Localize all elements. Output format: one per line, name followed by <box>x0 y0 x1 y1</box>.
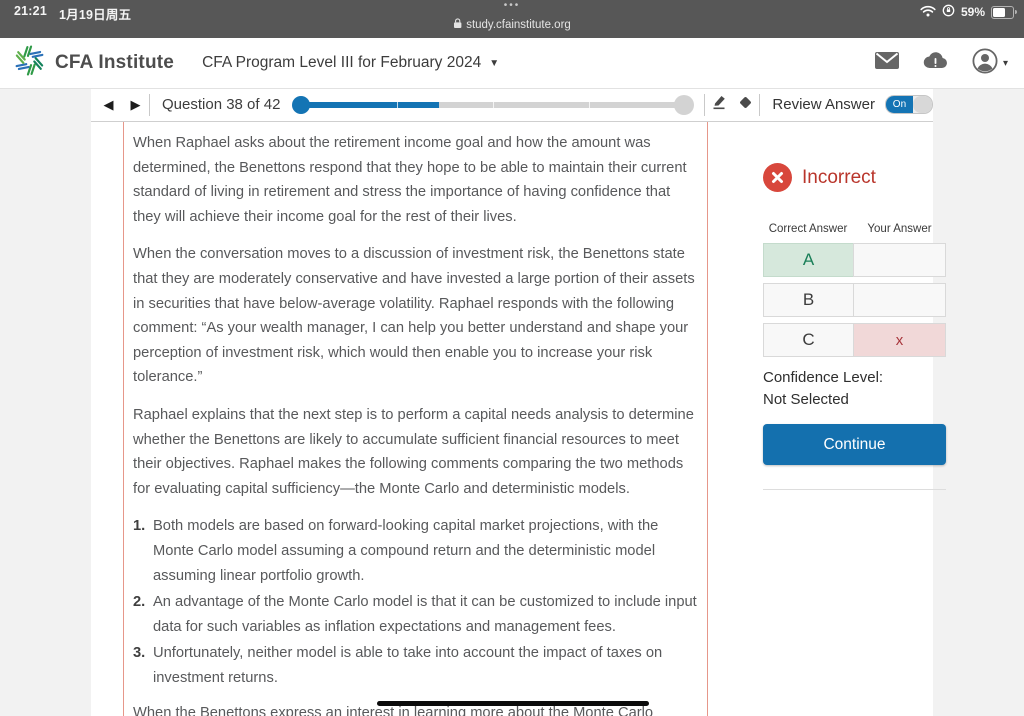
slider-track <box>301 101 685 108</box>
program-title: CFA Program Level III for February 2024 <box>202 54 482 71</box>
slider-fill <box>301 101 440 108</box>
answer-feedback-sidebar: Incorrect Correct Answer Your Answer A B… <box>763 163 946 490</box>
cfa-logo-icon <box>13 44 46 82</box>
clock-date: 21:21 1月19日周五 <box>14 4 131 23</box>
sync-status-button[interactable] <box>923 52 948 74</box>
list-text: Unfortunately, neither model is able to … <box>153 645 663 686</box>
app-header: CFA Institute CFA Program Level III for … <box>0 38 1024 89</box>
ipad-screen: 21:21 1月19日周五 ••• 59% study.cfainstitute… <box>0 0 1024 716</box>
battery-percent: 59% <box>960 5 985 19</box>
eraser-icon <box>737 94 754 116</box>
option-letter: A <box>763 243 853 277</box>
status-icons: 59% <box>920 4 1017 20</box>
highlight-boundary-line <box>707 122 708 716</box>
list-number: 1. <box>133 518 146 535</box>
your-answer-header: Your Answer <box>867 223 932 235</box>
cfa-home-link[interactable]: CFA Institute <box>13 44 174 82</box>
next-question-button[interactable]: ▶ <box>122 97 149 113</box>
your-answer-mark: x <box>853 323 946 357</box>
continue-button[interactable]: Continue <box>763 424 946 465</box>
eraser-button[interactable] <box>732 94 759 116</box>
question-counter: Question 38 of 42 <box>162 96 281 113</box>
question-paragraph: When the conversation moves to a discuss… <box>133 246 695 386</box>
brand-name: CFA Institute <box>55 52 175 73</box>
highlight-boundary-line <box>123 122 124 716</box>
slider-tick <box>397 101 399 108</box>
divider <box>759 93 761 116</box>
result-row: Incorrect <box>763 163 946 192</box>
list-number: 3. <box>133 645 146 662</box>
page-url: study.cfainstitute.org <box>466 19 571 31</box>
option-letter: C <box>763 323 853 357</box>
answer-row-b: B <box>763 283 946 317</box>
address-bar[interactable]: study.cfainstitute.org <box>453 18 571 32</box>
cloud-alert-icon <box>923 52 948 74</box>
mail-icon <box>874 52 899 74</box>
date: 1月19日周五 <box>58 8 132 22</box>
slider-knob[interactable] <box>674 94 695 115</box>
home-indicator[interactable] <box>377 701 649 706</box>
slider-start-dot <box>292 95 311 114</box>
header-actions: ▾ <box>874 47 1008 79</box>
question-paragraph: When Raphael asks about the retirement i… <box>133 135 687 225</box>
your-answer-mark <box>853 243 946 277</box>
lock-icon <box>453 18 462 32</box>
list-item: 2. An advantage of the Monte Carlo model… <box>133 590 699 639</box>
list-item: 3. Unfortunately, neither model is able … <box>133 641 699 690</box>
list-item: 1. Both models are based on forward-look… <box>133 514 699 588</box>
rotation-lock-icon <box>942 4 955 20</box>
confidence-block: Confidence Level: Not Selected <box>763 367 946 410</box>
highlighter-icon <box>710 93 728 116</box>
list-text: Both models are based on forward-looking… <box>153 518 659 584</box>
account-menu[interactable]: ▾ <box>972 47 1008 79</box>
list-text: An advantage of the Monte Carlo model is… <box>153 594 697 635</box>
toggle-on-label: On <box>885 96 913 113</box>
messages-button[interactable] <box>874 52 899 74</box>
review-answer-toggle[interactable]: On <box>884 95 933 114</box>
confidence-label: Confidence Level: <box>763 369 884 386</box>
previous-question-button[interactable]: ◀ <box>95 97 122 113</box>
option-letter: B <box>763 283 853 317</box>
highlighter-button[interactable] <box>705 93 732 116</box>
avatar-icon <box>972 47 998 79</box>
toggle-knob <box>912 96 932 113</box>
answer-row-c: C x <box>763 323 946 357</box>
your-answer-mark <box>853 283 946 317</box>
incorrect-x-icon <box>763 163 792 192</box>
answer-row-a: A <box>763 243 946 277</box>
question-numbered-list: 1. Both models are based on forward-look… <box>133 514 699 690</box>
correct-answer-header: Correct Answer <box>768 223 848 235</box>
program-selector[interactable]: CFA Program Level III for February 2024 … <box>202 54 499 72</box>
slider-tick <box>492 101 494 108</box>
clock: 21:21 <box>14 4 47 18</box>
divider <box>149 93 150 116</box>
slider-tick <box>588 101 590 108</box>
wifi-icon <box>920 5 936 20</box>
result-label: Incorrect <box>802 166 876 188</box>
answer-column-headers: Correct Answer Your Answer <box>763 223 946 235</box>
question-paragraph: Raphael explains that the next step is t… <box>133 406 694 497</box>
chevron-down-icon: ▾ <box>1002 57 1008 69</box>
question-text: When Raphael asks about the retirement i… <box>133 131 699 716</box>
progress-slider[interactable] <box>292 94 695 115</box>
chevron-down-icon: ▼ <box>489 57 500 69</box>
divider <box>763 489 946 490</box>
battery-icon <box>991 5 1017 19</box>
confidence-value: Not Selected <box>763 390 849 408</box>
review-answer-label: Review Answer <box>772 96 875 113</box>
browser-menu-dots-icon[interactable]: ••• <box>504 0 521 11</box>
browser-chrome: 21:21 1月19日周五 ••• 59% study.cfainstitute… <box>0 0 1024 38</box>
question-toolbar: ◀ ▶ Question 38 of 42 Review Answer On <box>91 88 933 122</box>
list-number: 2. <box>133 594 146 611</box>
